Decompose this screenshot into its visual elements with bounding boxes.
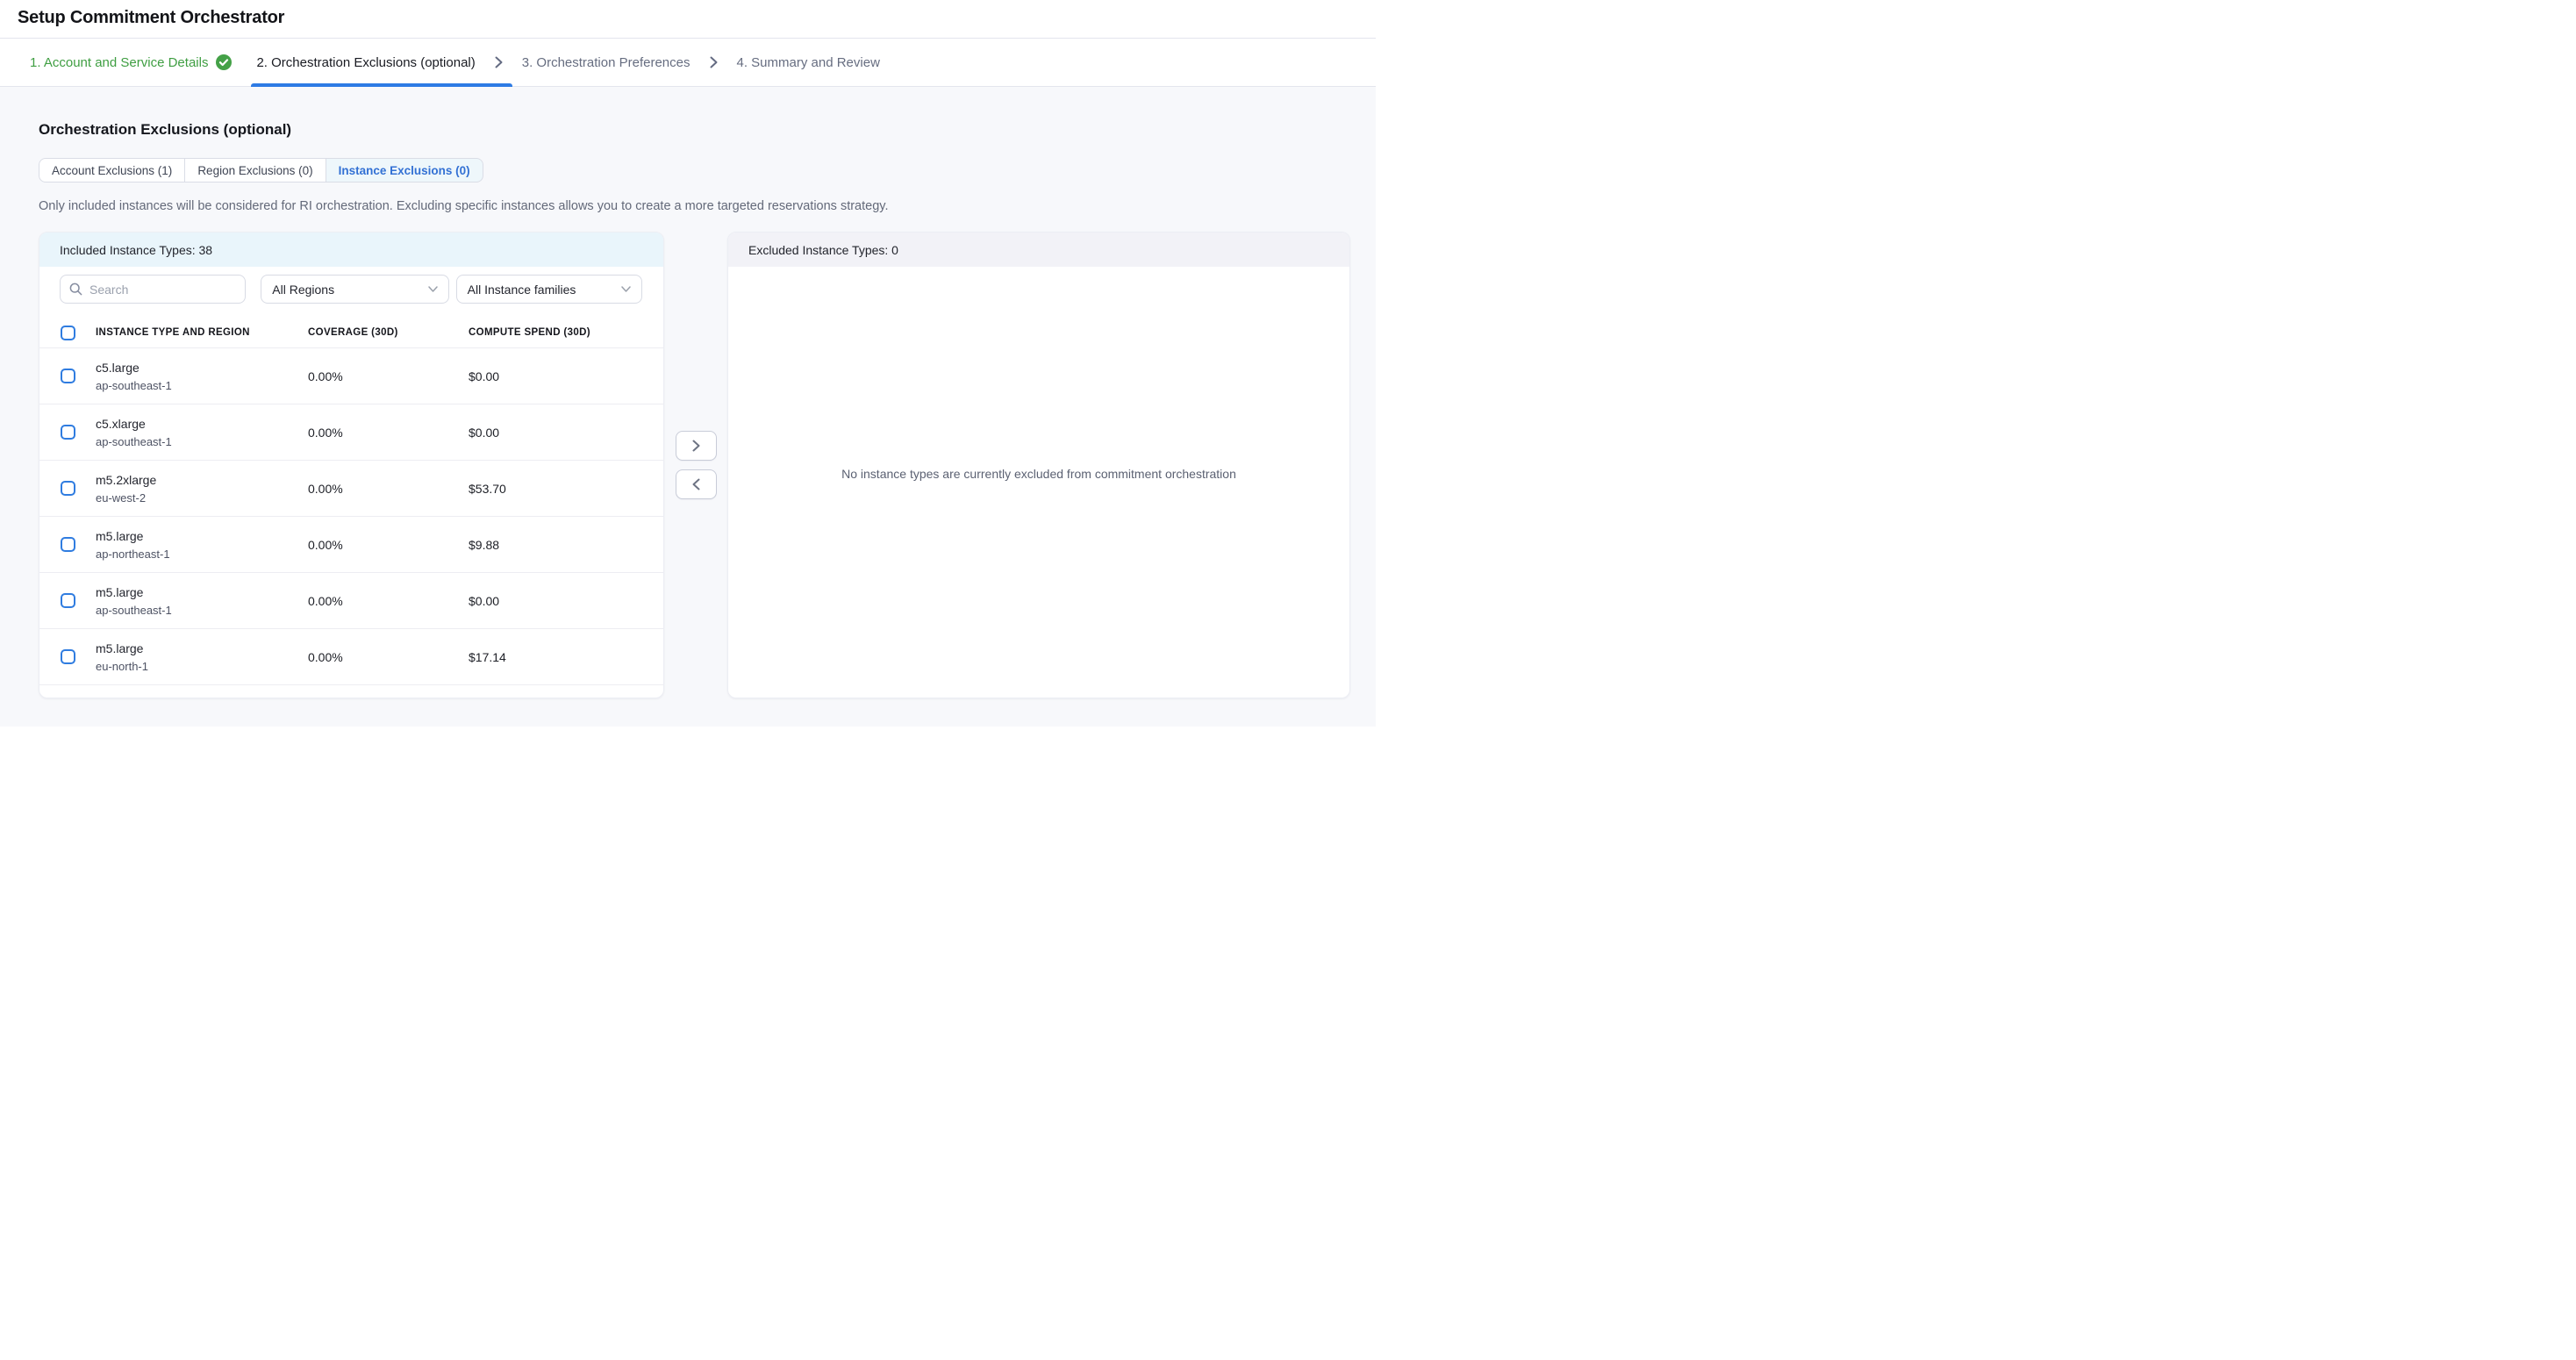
instance-cell: m5.2xlarge eu-west-2 (96, 473, 308, 505)
step-orchestration-exclusions[interactable]: 2. Orchestration Exclusions (optional) (251, 39, 480, 86)
select-all-checkbox[interactable] (61, 326, 75, 340)
spend-value: $9.88 (469, 538, 663, 552)
instance-region: ap-southeast-1 (96, 604, 308, 617)
table-row: m5.large ap-northeast-1 0.00% $9.88 (39, 517, 663, 573)
section-heading: Orchestration Exclusions (optional) (39, 87, 1350, 139)
exclusion-type-tabs: Account Exclusions (1) Region Exclusions… (39, 158, 483, 183)
chevron-right-icon (692, 440, 700, 452)
wizard-stepper: 1. Account and Service Details 2. Orches… (0, 38, 1376, 87)
spend-value: $0.00 (469, 594, 663, 608)
step-label: 1. Account and Service Details (30, 55, 208, 70)
row-checkbox[interactable] (61, 369, 75, 383)
tab-region-exclusions[interactable]: Region Exclusions (0) (185, 158, 326, 183)
instance-type: m5.2xlarge (96, 473, 308, 487)
coverage-value: 0.00% (308, 482, 469, 496)
instance-type: c5.large (96, 361, 308, 375)
row-checkbox[interactable] (61, 481, 75, 496)
chevron-right-icon (495, 56, 503, 68)
move-to-excluded-button[interactable] (676, 431, 717, 461)
instance-cell: m5.large eu-north-1 (96, 641, 308, 673)
instance-family-filter-value: All Instance families (468, 283, 576, 297)
coverage-value: 0.00% (308, 426, 469, 440)
column-coverage-30d: COVERAGE (30D) (308, 327, 469, 338)
instance-type: c5.xlarge (96, 417, 308, 431)
instance-region: ap-southeast-1 (96, 435, 308, 448)
step-label: 3. Orchestration Preferences (522, 55, 691, 70)
step-complete-check-icon (216, 54, 232, 70)
spend-value: $0.00 (469, 426, 663, 440)
included-instance-types-panel: Included Instance Types: 38 All Regions (39, 232, 664, 698)
row-checkbox[interactable] (61, 425, 75, 440)
chevron-left-icon (692, 478, 700, 490)
instance-cell: c5.large ap-southeast-1 (96, 361, 308, 392)
region-filter-value: All Regions (272, 283, 334, 297)
row-checkbox[interactable] (61, 593, 75, 608)
search-input[interactable] (60, 275, 246, 304)
transfer-list: Included Instance Types: 38 All Regions (39, 232, 1350, 698)
chevron-down-icon (621, 286, 631, 292)
excluded-empty-message: No instance types are currently excluded… (841, 467, 1236, 481)
spend-value: $17.14 (469, 650, 663, 664)
coverage-value: 0.00% (308, 594, 469, 608)
row-checkbox[interactable] (61, 649, 75, 664)
step-content: Orchestration Exclusions (optional) Acco… (0, 87, 1376, 727)
column-instance-type-and-region: INSTANCE TYPE AND REGION (96, 327, 308, 338)
table-row: m5.large eu-north-1 0.00% $17.14 (39, 629, 663, 685)
spend-value: $0.00 (469, 369, 663, 383)
instance-region: ap-northeast-1 (96, 548, 308, 561)
instance-cell: m5.large ap-northeast-1 (96, 529, 308, 561)
excluded-instance-types-panel: Excluded Instance Types: 0 No instance t… (727, 232, 1350, 698)
section-description: Only included instances will be consider… (39, 199, 1350, 213)
instance-family-filter-select[interactable]: All Instance families (456, 275, 642, 304)
chevron-down-icon (428, 286, 438, 292)
chevron-right-icon (710, 56, 718, 68)
included-panel-title: Included Instance Types: 38 (60, 243, 212, 257)
search-icon (69, 283, 82, 296)
excluded-panel-header: Excluded Instance Types: 0 (728, 233, 1349, 267)
instance-type: m5.large (96, 641, 308, 655)
step-summary-and-review[interactable]: 4. Summary and Review (732, 39, 885, 86)
included-panel-header: Included Instance Types: 38 (39, 233, 663, 267)
instance-region: eu-west-2 (96, 491, 308, 505)
instance-rows: c5.large ap-southeast-1 0.00% $0.00 c5.x… (39, 348, 663, 698)
instance-cell: c5.xlarge ap-southeast-1 (96, 417, 308, 448)
column-compute-spend-30d: COMPUTE SPEND (30D) (469, 327, 663, 338)
excluded-empty-state: No instance types are currently excluded… (728, 267, 1349, 698)
step-label: 2. Orchestration Exclusions (optional) (256, 55, 475, 70)
spend-value: $53.70 (469, 482, 663, 496)
move-to-included-button[interactable] (676, 469, 717, 499)
instance-cell: m5.large ap-southeast-1 (96, 585, 308, 617)
page-header: Setup Commitment Orchestrator (0, 0, 1376, 38)
coverage-value: 0.00% (308, 650, 469, 664)
setup-commitment-orchestrator-page: Setup Commitment Orchestrator 1. Account… (0, 0, 1376, 727)
step-label: 4. Summary and Review (737, 55, 880, 70)
coverage-value: 0.00% (308, 369, 469, 383)
instance-type: m5.large (96, 529, 308, 543)
instance-region: eu-north-1 (96, 660, 308, 673)
tab-account-exclusions[interactable]: Account Exclusions (1) (39, 158, 185, 183)
filters-row: All Regions All Instance families (39, 267, 663, 304)
coverage-value: 0.00% (308, 538, 469, 552)
excluded-panel-title: Excluded Instance Types: 0 (748, 243, 898, 257)
step-account-and-service-details[interactable]: 1. Account and Service Details (25, 39, 237, 86)
step-orchestration-preferences[interactable]: 3. Orchestration Preferences (517, 39, 696, 86)
search-box (60, 275, 246, 304)
region-filter-select[interactable]: All Regions (261, 275, 448, 304)
table-row: c5.large ap-southeast-1 0.00% $0.00 (39, 348, 663, 404)
table-row: m5.2xlarge eu-west-2 0.00% $53.70 (39, 461, 663, 517)
instance-region: ap-southeast-1 (96, 379, 308, 392)
page-title: Setup Commitment Orchestrator (18, 8, 1376, 28)
transfer-controls (664, 232, 727, 698)
row-checkbox[interactable] (61, 537, 75, 552)
table-row: m5.large ap-southeast-1 0.00% $0.00 (39, 573, 663, 629)
instance-type: m5.large (96, 585, 308, 599)
table-row: c5.xlarge ap-southeast-1 0.00% $0.00 (39, 404, 663, 461)
table-header-row: INSTANCE TYPE AND REGION COVERAGE (30D) … (39, 318, 663, 348)
tab-instance-exclusions[interactable]: Instance Exclusions (0) (326, 158, 483, 183)
